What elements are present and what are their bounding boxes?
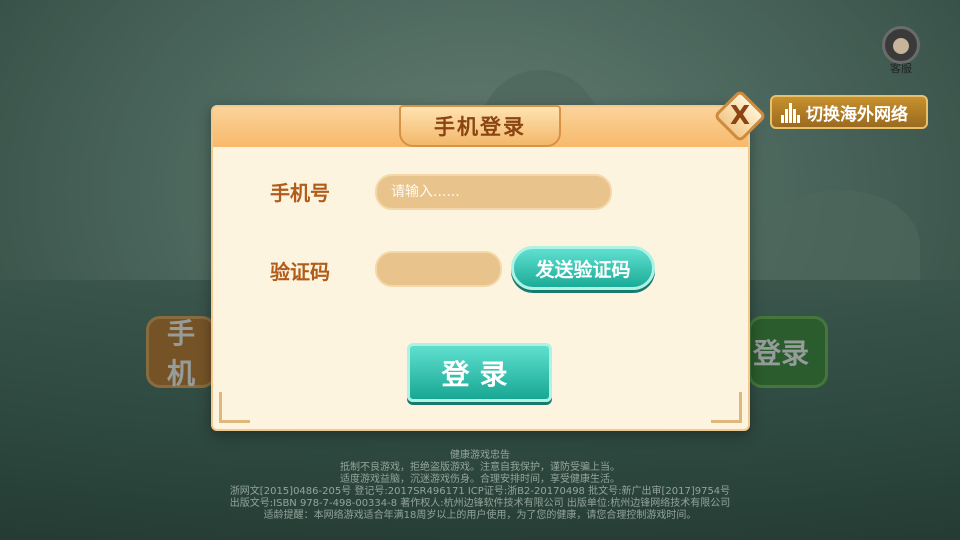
verification-code-input[interactable]	[375, 251, 502, 287]
footer-line: 健康游戏忠告	[450, 450, 510, 461]
footer-line: 适度游戏益脑，沉迷游戏伤身。合理安排时间，享受健康生活。	[340, 474, 620, 485]
footer-line: 浙网文[2015]0486-205号 登记号:2017SR496171 ICP证…	[229, 486, 731, 497]
phone-number-input[interactable]	[375, 174, 612, 210]
corner-ornament	[219, 392, 250, 423]
send-code-button[interactable]: 发送验证码	[511, 246, 655, 290]
phone-number-label: 手机号	[270, 181, 330, 205]
verification-code-label: 验证码	[270, 260, 330, 284]
footer-line: 适龄提醒：本网络游戏适合年满18周岁以上的用户使用，为了您的健康，请您合理控制游…	[263, 510, 697, 521]
dialog-title: 手机登录	[399, 105, 561, 147]
close-icon[interactable]: X	[721, 97, 759, 135]
footer-line: 抵制不良游戏，拒绝盗版游戏。注意自我保护，谨防受骗上当。	[340, 462, 620, 473]
login-button[interactable]: 登录	[407, 343, 552, 402]
signal-icon	[780, 101, 800, 123]
health-notice-footer: 健康游戏忠告 抵制不良游戏，拒绝盗版游戏。注意自我保护，谨防受骗上当。 适度游戏…	[0, 450, 960, 522]
corner-ornament	[711, 392, 742, 423]
switch-overseas-network-button[interactable]: 切换海外网络	[770, 95, 928, 129]
customer-service-icon	[882, 26, 920, 64]
footer-line: 出版文号:ISBN 978-7-498-00334-8 著作权人:杭州边锋软件技…	[229, 498, 731, 509]
switch-overseas-network-label: 切换海外网络	[806, 104, 908, 125]
customer-service-button[interactable]: 客服	[878, 26, 924, 78]
